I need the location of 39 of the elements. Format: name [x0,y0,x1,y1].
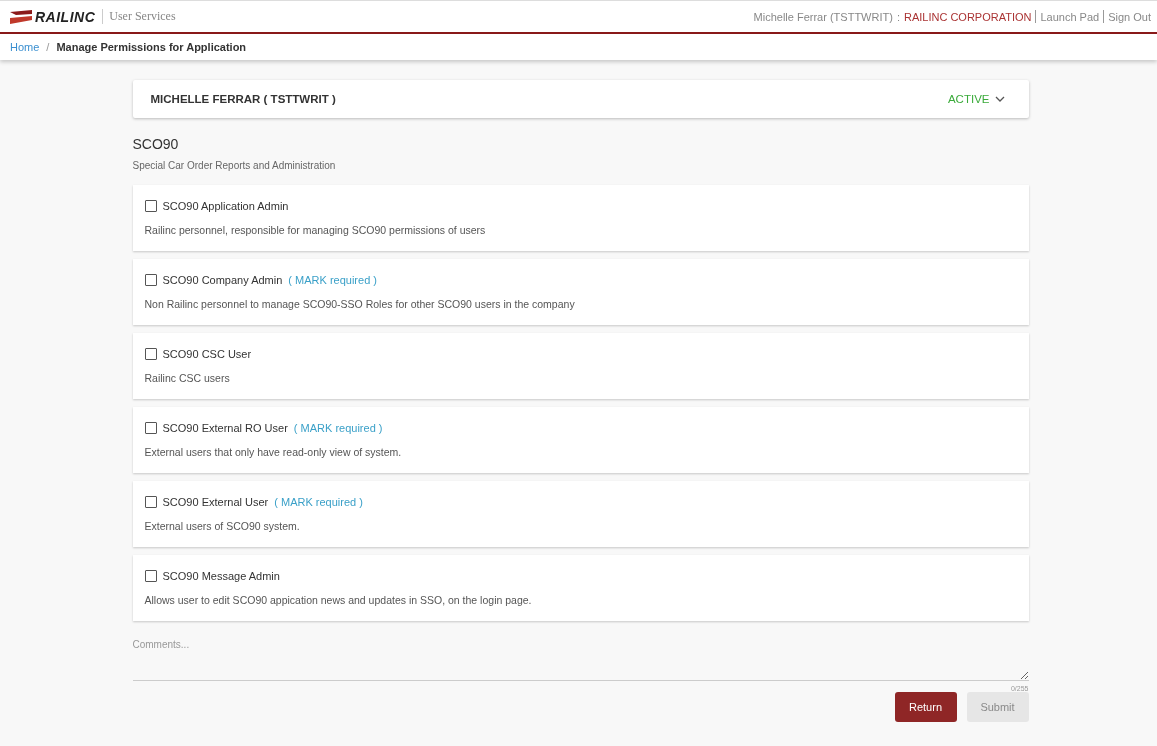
role-note: ( MARK required ) [288,274,377,286]
app-title: User Services [102,9,176,24]
checkbox[interactable] [144,496,157,508]
header-link[interactable]: Launch Pad [1040,10,1100,23]
role-note: ( MARK required ) [293,422,383,434]
breadcrumb-separator: / [46,41,50,53]
checkbox[interactable] [144,422,157,434]
role-name: SCO90 Application Admin [162,200,289,212]
user-panel[interactable]: MICHELLE FERRAR ( TSTTWRIT ) ACTIVE [132,80,1029,118]
company-name: RAILINC CORPORATION [903,10,1032,23]
role-name: SCO90 CSC User [162,348,252,360]
status-text: ACTIVE [947,93,990,105]
logo-text: RAILINC [35,8,96,25]
role-name: SCO90 External User [162,496,269,508]
role-note: ( MARK required ) [274,496,363,508]
comments-field[interactable]: Comments... [132,635,1029,681]
checkbox[interactable] [144,274,157,286]
action-button[interactable]: Return [894,692,957,722]
role-description: Non Railinc personnel to manage SCO90-SSO Roles for other SCO90 users in the company [144,298,576,310]
checkbox[interactable] [144,348,157,360]
role-name: SCO90 External RO User [162,422,288,434]
role-description: Railinc CSC users [144,372,231,384]
separator-text: : [896,10,900,23]
user-name: Michelle Ferrar (TSTTWRIT) [753,10,893,23]
role-description: Allows user to edit SCO90 appication news and updates in SSO, on the login page. [144,594,533,606]
application-description: Special Car Order Reports and Administration [132,160,337,171]
role-name: SCO90 Company Admin [162,274,283,286]
checkbox[interactable] [144,570,157,582]
user-panel-name: MICHELLE FERRAR ( TSTTWRIT ) [150,93,336,105]
role-name: SCO90 Message Admin [162,570,280,582]
breadcrumb-current: Manage Permissions for Application [56,41,247,53]
logo-icon [10,9,32,24]
checkbox[interactable] [144,200,157,212]
role-description: External users of SCO90 system. [144,520,301,532]
role-description: External users that only have read-only view of system. [144,446,403,458]
application-code: SCO90 [132,136,180,152]
role-description: Railinc personnel, responsible for managing SCO90 permissions of users [144,224,487,236]
home-link[interactable]: Home [10,41,40,53]
header-link[interactable]: Sign Out [1108,10,1151,23]
